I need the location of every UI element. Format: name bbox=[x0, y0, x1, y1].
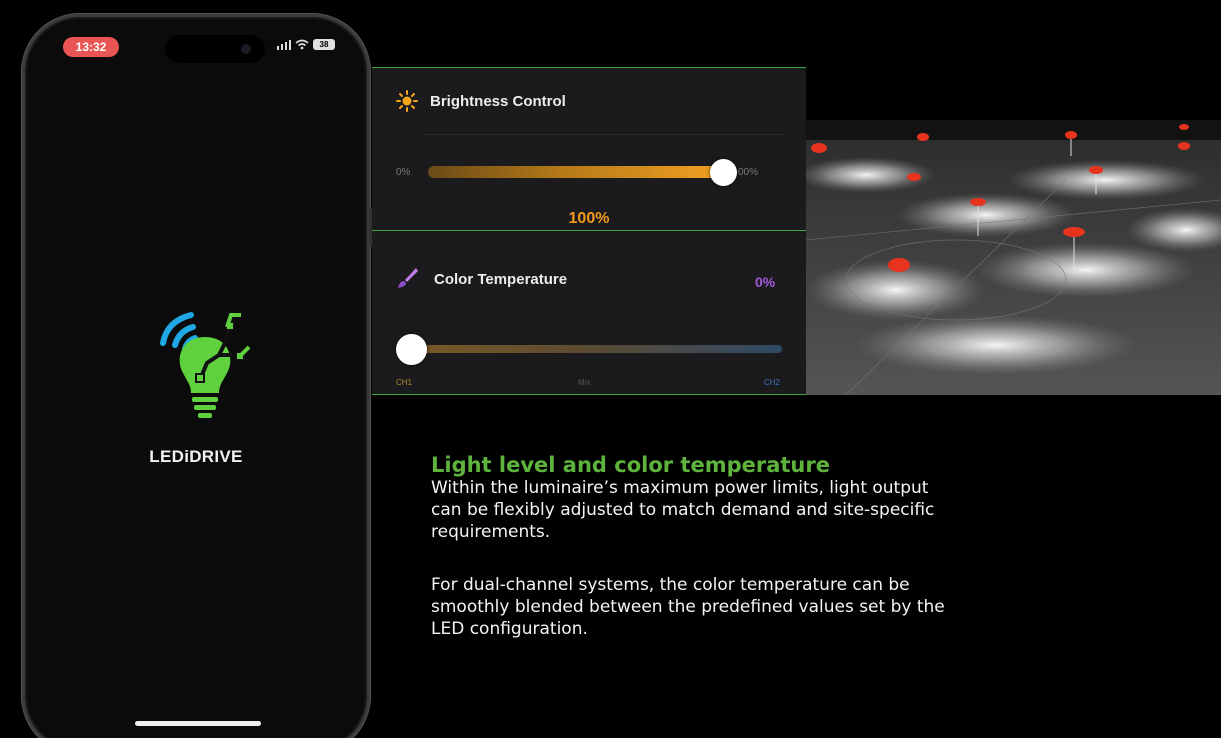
home-indicator[interactable] bbox=[135, 721, 261, 726]
paragraph-1-line-1: Within the luminaire’s maximum power lim… bbox=[431, 478, 929, 498]
battery-icon: 38 bbox=[313, 39, 335, 50]
paragraph-1-line-3: requirements. bbox=[431, 522, 551, 542]
ch2-label: CH2 bbox=[764, 378, 781, 387]
section-heading: Light level and color temperature bbox=[431, 453, 830, 477]
paragraph-2-line-1: For dual-channel systems, the color temp… bbox=[431, 575, 910, 595]
app-brand-name: LEDiDRIVE bbox=[149, 447, 243, 466]
camera-icon bbox=[241, 44, 251, 54]
ch1-label: CH1 bbox=[396, 378, 413, 387]
paintbrush-icon bbox=[398, 268, 418, 288]
section-divider bbox=[424, 134, 784, 135]
lightbulb-logo-icon bbox=[160, 312, 251, 418]
paragraph-2-line-3: LED configuration. bbox=[431, 619, 588, 639]
status-bar-icons: 38 bbox=[277, 39, 335, 50]
control-panel: Brightness Control 0% 00% 100% Color Tem… bbox=[372, 67, 806, 395]
street-lighting-render bbox=[806, 120, 1221, 395]
phone-mockup: 13:32 38 LEDiDRIVE bbox=[22, 14, 373, 738]
color-temperature-value: 0% bbox=[755, 274, 776, 290]
sun-icon bbox=[396, 90, 418, 112]
paragraph-2-line-2: smoothly blended between the predefined … bbox=[431, 597, 945, 617]
brightness-min-label: 0% bbox=[396, 167, 411, 178]
brightness-slider-thumb[interactable] bbox=[710, 159, 737, 186]
signal-icon bbox=[277, 39, 291, 50]
brightness-title: Brightness Control bbox=[430, 93, 566, 110]
paragraph-1-line-2: can be flexibly adjusted to match demand… bbox=[431, 500, 935, 520]
brightness-slider-track[interactable] bbox=[428, 166, 728, 178]
dynamic-island bbox=[165, 35, 265, 63]
mix-label: Mix bbox=[578, 378, 591, 387]
wifi-icon bbox=[295, 39, 309, 50]
brightness-value: 100% bbox=[568, 210, 610, 227]
color-temperature-title: Color Temperature bbox=[434, 271, 568, 288]
color-temperature-slider-track[interactable] bbox=[406, 345, 782, 353]
panel-divider bbox=[372, 230, 806, 231]
brightness-max-label: 00% bbox=[738, 167, 759, 178]
color-temperature-slider-thumb[interactable] bbox=[396, 334, 427, 365]
status-time: 13:32 bbox=[63, 37, 119, 57]
